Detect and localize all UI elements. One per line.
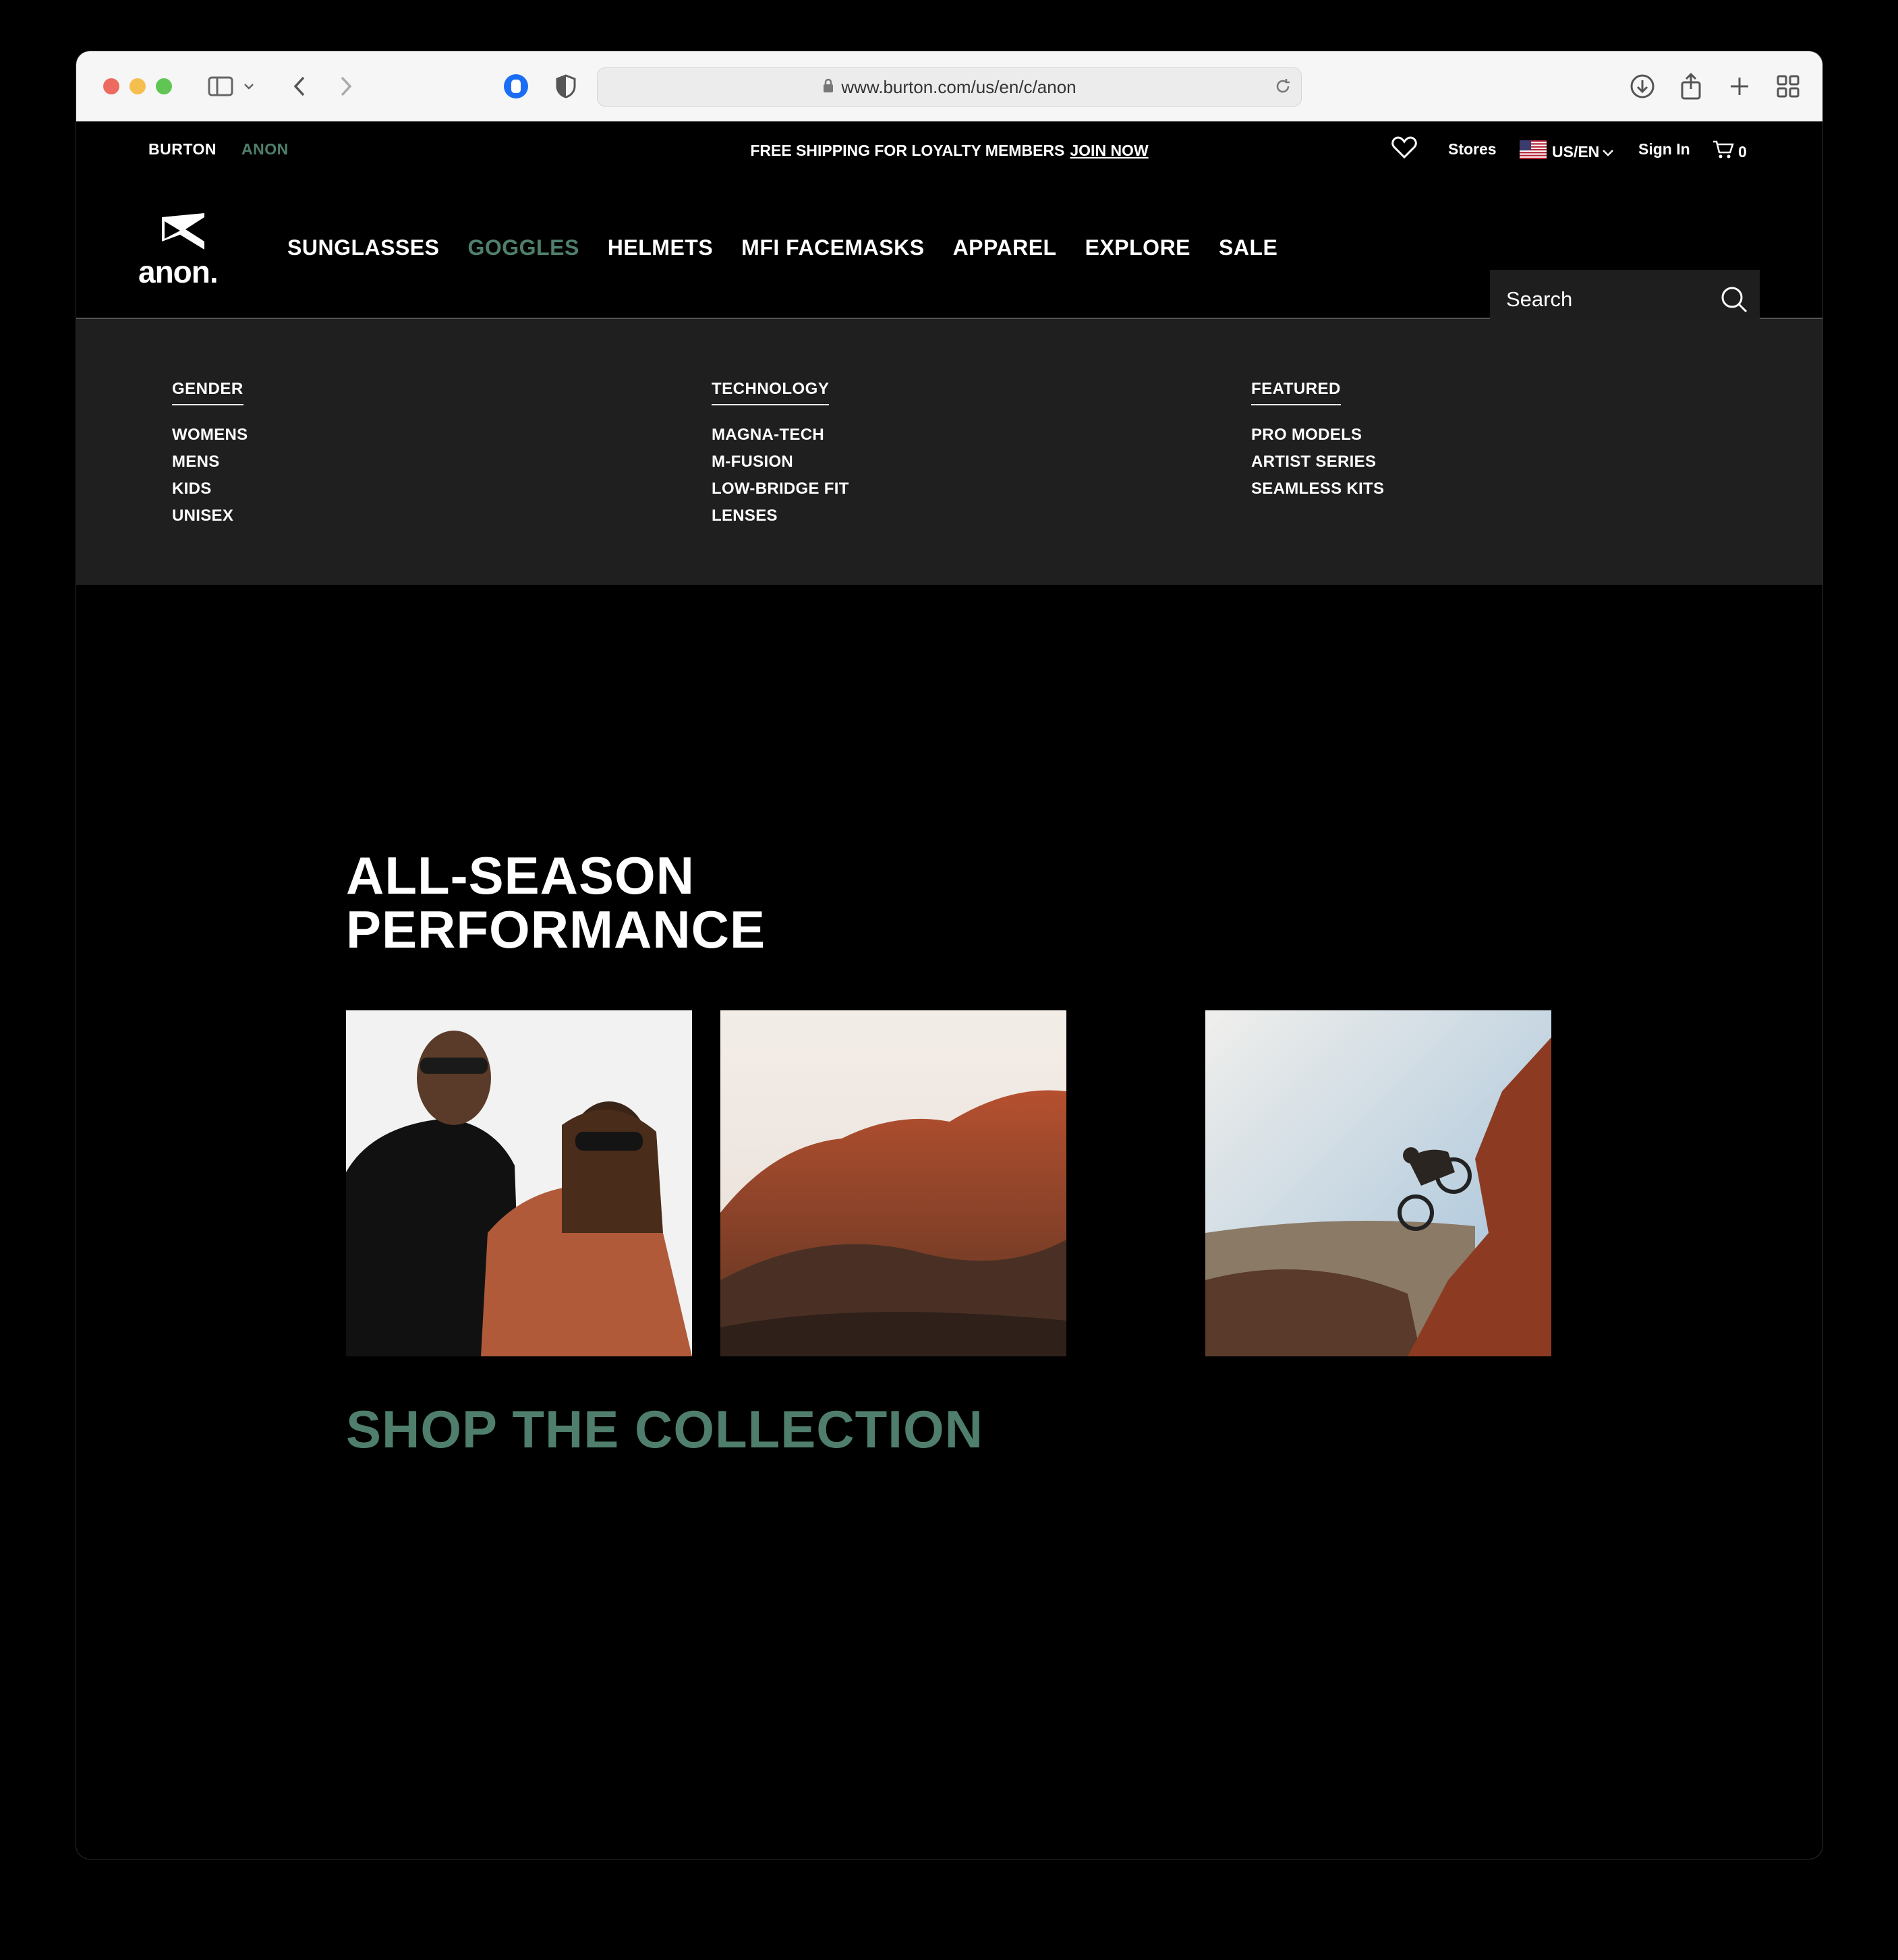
cart-button[interactable]: 0 bbox=[1713, 140, 1747, 163]
search-input[interactable] bbox=[1490, 287, 1710, 312]
nav-mfi-facemasks[interactable]: MFI FACEMASKS bbox=[741, 235, 924, 260]
shop-the-collection-link[interactable]: SHOP THE COLLECTION bbox=[346, 1399, 983, 1460]
nav-explore[interactable]: EXPLORE bbox=[1085, 235, 1190, 260]
utility-bar: BURTON ANON FREE SHIPPING FOR LOYALTY ME… bbox=[76, 121, 1822, 178]
menu-column-featured: FEATURED PRO MODELS ARTIST SERIES SEAMLE… bbox=[1251, 380, 1384, 507]
main-navigation: anon. SUNGLASSES GOGGLES HELMETS MFI FAC… bbox=[76, 178, 1822, 329]
menu-item-low-bridge-fit[interactable]: LOW-BRIDGE FIT bbox=[712, 480, 849, 507]
cart-count: 0 bbox=[1738, 142, 1747, 161]
privacy-hand-icon[interactable] bbox=[501, 71, 531, 101]
promo-text: FREE SHIPPING FOR LOYALTY MEMBERS bbox=[750, 142, 1065, 159]
nav-goggles[interactable]: GOGGLES bbox=[467, 235, 579, 260]
tab-overview-icon[interactable] bbox=[1773, 71, 1803, 101]
url-text: www.burton.com/us/en/c/anon bbox=[841, 76, 1076, 97]
logo-wordmark: anon. bbox=[138, 254, 219, 289]
menu-item-magna-tech[interactable]: MAGNA-TECH bbox=[712, 426, 849, 453]
sidebar-icon[interactable] bbox=[206, 71, 235, 101]
menu-heading-technology[interactable]: TECHNOLOGY bbox=[712, 380, 830, 405]
stores-link[interactable]: Stores bbox=[1448, 140, 1497, 158]
us-flag-icon bbox=[1520, 140, 1547, 163]
search-icon[interactable] bbox=[1719, 285, 1749, 318]
shield-icon[interactable] bbox=[552, 71, 579, 101]
cart-icon bbox=[1713, 140, 1734, 163]
locale-selector[interactable]: US/EN bbox=[1520, 140, 1614, 163]
nav-sunglasses[interactable]: SUNGLASSES bbox=[287, 235, 439, 260]
browser-toolbar: www.burton.com/us/en/c/anon bbox=[76, 51, 1822, 122]
hero-title-line-2: PERFORMANCE bbox=[346, 900, 766, 959]
menu-column-technology: TECHNOLOGY MAGNA-TECH M-FUSION LOW-BRIDG… bbox=[712, 380, 849, 534]
close-window-button[interactable] bbox=[103, 78, 119, 94]
address-bar[interactable]: www.burton.com/us/en/c/anon bbox=[597, 67, 1302, 107]
chevron-down-icon bbox=[1602, 143, 1614, 161]
lock-icon bbox=[822, 77, 834, 98]
goggles-mega-menu: GENDER WOMENS MENS KIDS UNISEX TECHNOLOG… bbox=[76, 319, 1822, 585]
hero-title-line-1: ALL-SEASON bbox=[346, 846, 695, 905]
menu-column-gender: GENDER WOMENS MENS KIDS UNISEX bbox=[172, 380, 248, 534]
nav-apparel[interactable]: APPAREL bbox=[953, 235, 1057, 260]
browser-window: www.burton.com/us/en/c/anon BURTON ANON … bbox=[76, 51, 1822, 1859]
anon-mark-icon bbox=[162, 213, 204, 250]
menu-heading-gender[interactable]: GENDER bbox=[172, 380, 243, 405]
back-icon[interactable] bbox=[289, 71, 310, 101]
wishlist-heart-icon[interactable] bbox=[1391, 136, 1417, 159]
reload-icon[interactable] bbox=[1274, 78, 1292, 100]
download-icon[interactable] bbox=[1628, 71, 1657, 101]
primary-nav: SUNGLASSES GOGGLES HELMETS MFI FACEMASKS… bbox=[287, 235, 1306, 260]
minimize-window-button[interactable] bbox=[130, 78, 146, 94]
menu-item-seamless-kits[interactable]: SEAMLESS KITS bbox=[1251, 480, 1384, 507]
menu-item-lenses[interactable]: LENSES bbox=[712, 507, 849, 534]
menu-item-mens[interactable]: MENS bbox=[172, 453, 248, 480]
sign-in-link[interactable]: Sign In bbox=[1638, 140, 1690, 158]
menu-heading-featured[interactable]: FEATURED bbox=[1251, 380, 1341, 405]
new-tab-icon[interactable] bbox=[1725, 71, 1754, 101]
forward-icon[interactable] bbox=[336, 71, 356, 101]
share-icon[interactable] bbox=[1676, 71, 1706, 101]
nav-sale[interactable]: SALE bbox=[1219, 235, 1277, 260]
zoom-window-button[interactable] bbox=[156, 78, 172, 94]
hero-title: ALL-SEASON PERFORMANCE bbox=[346, 848, 766, 956]
join-now-link[interactable]: JOIN NOW bbox=[1070, 142, 1148, 159]
menu-item-kids[interactable]: KIDS bbox=[172, 480, 248, 507]
photo-models-sunglasses[interactable] bbox=[346, 1010, 692, 1356]
menu-item-artist-series[interactable]: ARTIST SERIES bbox=[1251, 453, 1384, 480]
menu-item-womens[interactable]: WOMENS bbox=[172, 426, 248, 453]
photo-mountain-biker[interactable] bbox=[1205, 1010, 1551, 1356]
menu-item-pro-models[interactable]: PRO MODELS bbox=[1251, 426, 1384, 453]
chevron-down-icon[interactable] bbox=[241, 71, 257, 101]
nav-helmets[interactable]: HELMETS bbox=[608, 235, 713, 260]
menu-item-unisex[interactable]: UNISEX bbox=[172, 507, 248, 534]
locale-label: US/EN bbox=[1552, 142, 1600, 161]
photo-desert-landscape[interactable] bbox=[720, 1010, 1066, 1356]
menu-item-m-fusion[interactable]: M-FUSION bbox=[712, 453, 849, 480]
anon-logo[interactable]: anon. bbox=[138, 210, 233, 289]
